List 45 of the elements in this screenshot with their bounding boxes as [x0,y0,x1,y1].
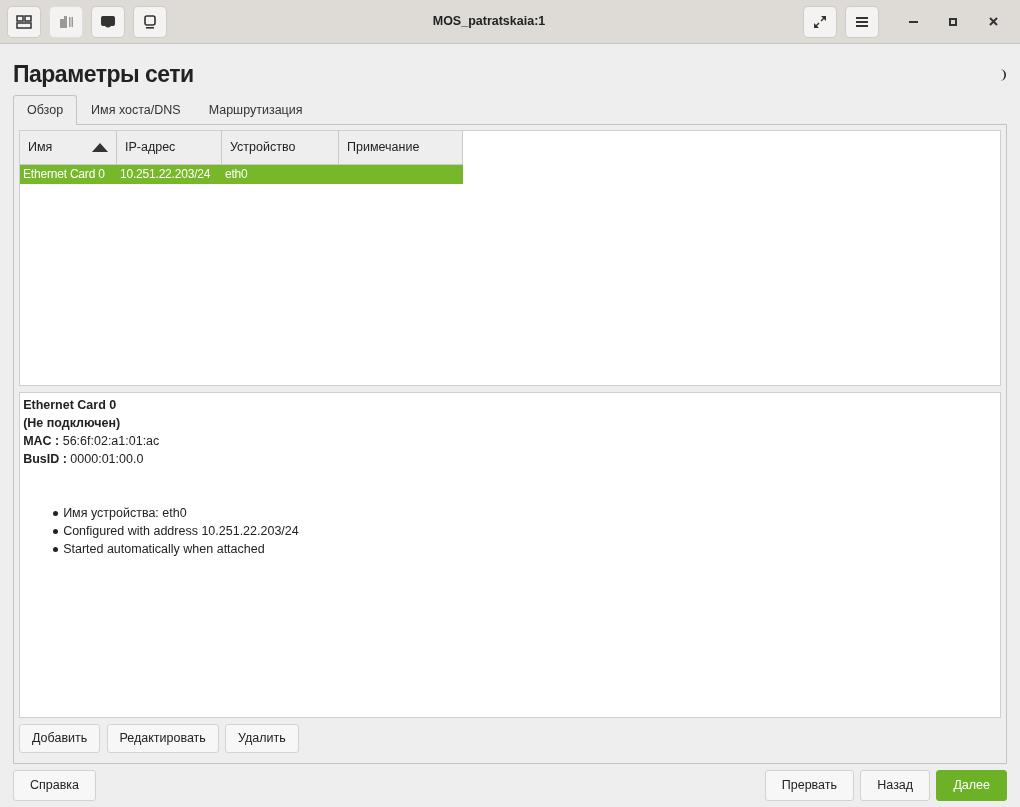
window-title: MOS_patratskaia:1 [431,13,547,31]
minimize-icon [908,20,918,23]
action-button[interactable]: Удалить [225,724,299,753]
device-name: Ethernet Card 0 [23,397,118,415]
expand-icon [813,14,827,29]
footer-button[interactable]: Назад [860,770,931,801]
maximize-icon [949,17,957,26]
windows-icon [16,14,32,29]
screen-icon [143,14,157,29]
action-button[interactable]: Редактировать [106,724,219,753]
monitor-icon [100,14,116,29]
menu-icon [856,16,868,27]
column-header[interactable]: Устройство [222,130,339,165]
header-label: Устройство [230,138,296,156]
column-header[interactable]: Примечание [339,130,463,165]
list-item: Имя устройства: eth0 [63,505,187,523]
close-icon [988,17,998,26]
bullet-icon [53,510,59,516]
table-cell: 10.251.22.203/24 [120,167,211,182]
fullscreen-button[interactable] [803,5,837,38]
menu-button[interactable] [845,5,879,38]
header-label: Имя [28,138,53,156]
column-header[interactable]: IP-адрес [117,130,222,165]
layout-icon-button[interactable] [7,5,41,38]
tab[interactable]: Маршрутизация [194,95,317,125]
list-item: Configured with address 10.251.22.203/24 [63,523,299,541]
toolbar-button[interactable] [91,5,125,38]
column-header[interactable]: Имя [20,130,117,165]
footer-button[interactable]: Прервать [764,770,855,801]
action-button[interactable]: Добавить [19,724,101,753]
bullet-icon [53,546,59,552]
table-cell: eth0 [225,167,248,182]
tab[interactable]: Имя хоста/DNS [77,95,195,125]
list-item: Started automatically when attached [63,541,265,559]
table-cell: Ethernet Card 0 [23,167,105,182]
connection-status: (Не подключен) [23,415,122,433]
header-label: IP-адрес [125,138,176,156]
footer-button[interactable]: Справка [13,770,97,801]
header-label: Примечание [347,138,420,156]
page-title: Параметры сети [13,61,194,89]
bullet-icon [53,528,59,534]
info-line: MAC : 56:6f:02:a1:01:ac [23,433,161,451]
toolbar-button[interactable] [133,5,167,38]
tab[interactable]: Обзор [13,95,78,125]
info-line: BusID : 0000:01:00.0 [23,451,145,469]
